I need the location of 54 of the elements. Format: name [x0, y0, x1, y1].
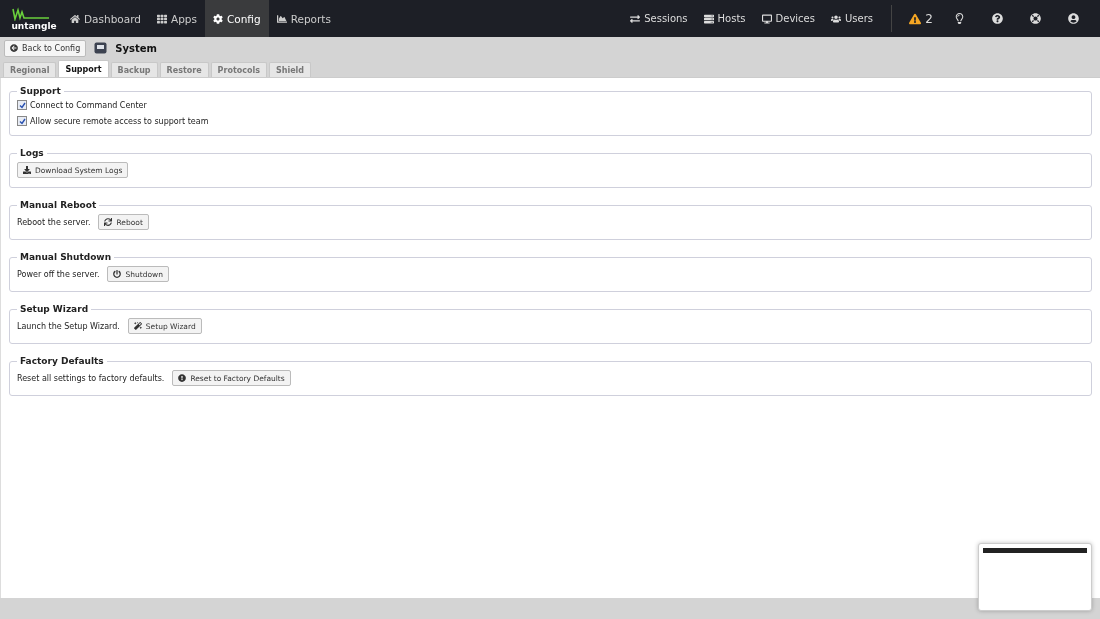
checkbox-label: Connect to Command Center [30, 100, 147, 110]
screenshot-thumbnail[interactable] [978, 543, 1092, 611]
nav-link[interactable]: Sessions [622, 0, 696, 37]
exclamation-icon [178, 374, 187, 382]
chart-icon [276, 13, 287, 24]
home-icon [70, 13, 80, 24]
page-title: System [115, 42, 157, 54]
nav-tab[interactable]: Dashboard [62, 0, 149, 37]
logo-text: untangle [11, 20, 57, 31]
server-icon [703, 13, 714, 24]
nav-tab[interactable]: Config [204, 0, 269, 37]
group-title: Manual Reboot [19, 200, 98, 210]
system-icon [94, 42, 108, 54]
download-icon [23, 166, 31, 174]
back-icon [10, 44, 18, 52]
nav-link[interactable]: Hosts [695, 0, 754, 37]
tab[interactable]: Regional [3, 62, 57, 77]
grid-icon [156, 13, 167, 24]
tab[interactable]: Protocols [210, 62, 267, 77]
group-title: Support [19, 86, 62, 96]
group-title: Setup Wizard [19, 304, 90, 314]
lightbulb-icon [953, 13, 965, 24]
nav-link[interactable]: Users [823, 0, 881, 37]
description-text: Reset all settings to factory defaults. [17, 373, 165, 383]
user-icon [1067, 13, 1079, 24]
warning-icon [909, 12, 922, 25]
help-icon [991, 13, 1003, 24]
gear-icon [212, 13, 223, 24]
tab[interactable]: Support [58, 60, 109, 77]
description-text: Power off the server. [17, 269, 100, 279]
back-button[interactable]: Back to Config [4, 39, 87, 57]
group-title: Logs [19, 148, 45, 158]
checkbox[interactable] [17, 116, 27, 126]
wand-icon [133, 322, 142, 330]
wave-logo-icon [11, 6, 52, 21]
group-title: Manual Shutdown [19, 252, 113, 262]
group-title: Factory Defaults [19, 356, 105, 366]
arrows-icon [630, 13, 641, 24]
tab[interactable]: Shield [269, 62, 312, 77]
nav-tab[interactable]: Apps [148, 0, 205, 37]
checkbox-label: Allow secure remote access to support team [30, 116, 209, 126]
nav-tab[interactable]: Reports [268, 0, 339, 37]
refresh-icon [104, 218, 113, 226]
description-text: Launch the Setup Wizard. [17, 321, 120, 331]
users-icon [831, 13, 841, 24]
tab[interactable]: Restore [159, 62, 209, 77]
alerts-button[interactable]: 2 [902, 0, 940, 37]
description-text: Reboot the server. [17, 217, 91, 227]
power-icon [113, 270, 122, 278]
tab[interactable]: Backup [110, 62, 158, 77]
life-ring-icon [1029, 13, 1041, 24]
nav-link[interactable]: Devices [753, 0, 823, 37]
checkbox[interactable] [17, 100, 27, 110]
monitor-icon [761, 13, 772, 24]
